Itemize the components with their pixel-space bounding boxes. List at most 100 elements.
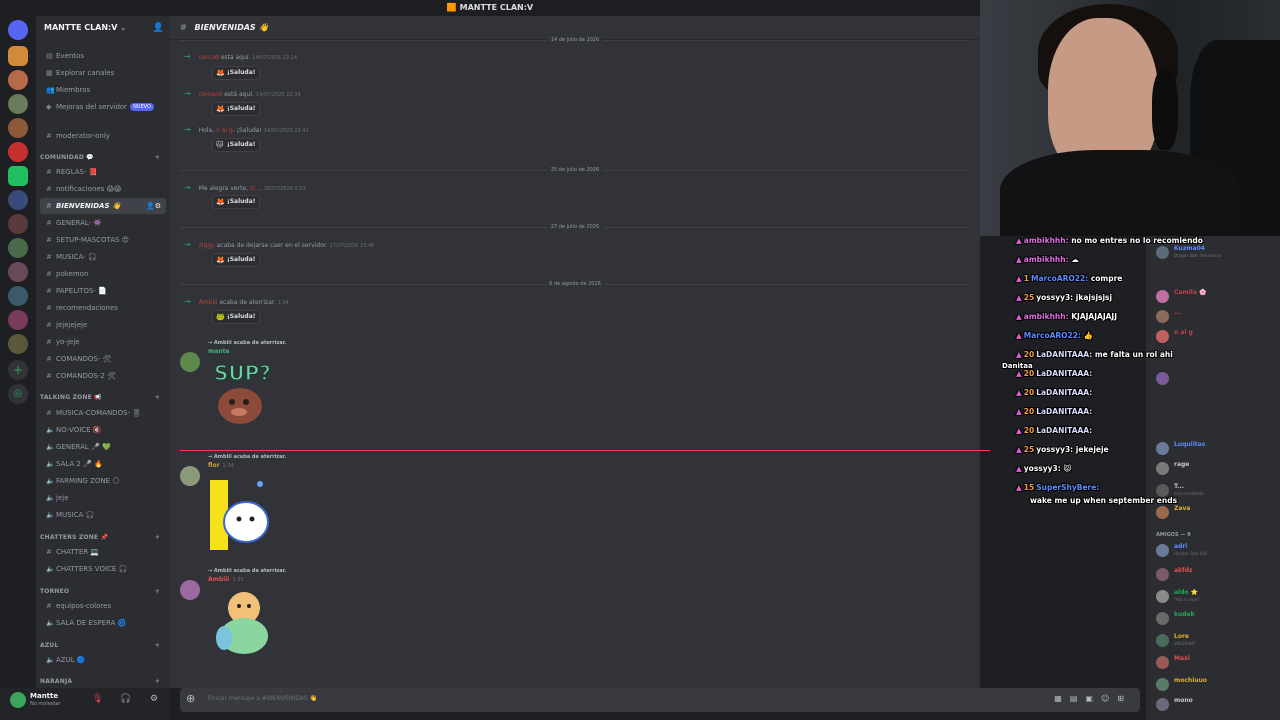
add-channel-icon[interactable]: + xyxy=(155,642,160,649)
server-icon[interactable] xyxy=(8,46,28,66)
message-author[interactable]: mante xyxy=(208,348,230,355)
member-item[interactable]: Maxi xyxy=(1150,654,1280,672)
channel-item[interactable]: # recomendaciones xyxy=(40,300,166,316)
gif-icon[interactable]: ▤ xyxy=(1070,694,1086,703)
channel-item[interactable]: # COMANDOS-2 🛠 xyxy=(40,368,166,384)
message-author[interactable]: flor 1:34 xyxy=(208,462,234,469)
add-channel-icon[interactable]: + xyxy=(155,394,160,401)
attach-icon[interactable]: ⊕ xyxy=(186,692,195,705)
voice-channel-item[interactable]: 🔈GENERAL 🎤 💚 xyxy=(40,439,166,455)
member-item[interactable]: aldo ⭐ "Ala a virgin" xyxy=(1150,588,1280,606)
voice-channel-item[interactable]: 🔈jeje xyxy=(40,490,166,506)
server-header[interactable]: MANTTE CLAN:V ⌄ 👤 xyxy=(36,16,170,40)
wave-button[interactable]: 🐸 ¡Saluda! xyxy=(212,310,260,324)
channel-item[interactable]: # REGLAS- 📕 xyxy=(40,164,166,180)
member-item[interactable] xyxy=(1150,370,1280,388)
avatar[interactable] xyxy=(180,466,200,486)
category-azul[interactable]: AZUL + xyxy=(40,642,166,649)
wave-button[interactable]: 🦊 ¡Saluda! xyxy=(212,66,260,80)
server-icon[interactable] xyxy=(8,310,28,330)
wave-button[interactable]: 🐱 ¡Saluda! xyxy=(212,138,260,152)
channel-bienvenidas[interactable]: # BIENVENIDAS 👋 👤⚙ xyxy=(40,198,166,214)
add-channel-icon[interactable]: + xyxy=(155,678,160,685)
category-chatters-zone[interactable]: CHATTERS ZONE 📌 + xyxy=(40,534,166,541)
add-server-icon[interactable]: + xyxy=(8,360,28,380)
member-item[interactable]: Zava xyxy=(1150,504,1280,522)
server-icon[interactable] xyxy=(8,190,28,210)
settings-icon[interactable]: 👤⚙ xyxy=(146,198,161,214)
channel-item[interactable]: # jejejejeje xyxy=(40,317,166,333)
reply-preview[interactable]: → Ambiii acaba de aterrizar. xyxy=(208,568,286,574)
voice-channel-item[interactable]: 🔈CHATTERS VOICE 🎧 xyxy=(40,561,166,577)
emoji-icon[interactable]: ☺ xyxy=(1101,694,1117,703)
channel-item[interactable]: # PAPELITOS- 📄 xyxy=(40,283,166,299)
voice-channel-item[interactable]: 🔈AZUL 🔵 xyxy=(40,652,166,668)
category-torneo[interactable]: TORNEO + xyxy=(40,588,166,595)
server-boost-item[interactable]: ◆ Mejoras del servidor NUEVO xyxy=(40,99,166,115)
member-item[interactable]: Lore VALORANT xyxy=(1150,632,1280,650)
channel-item[interactable]: # GENERAL- 👾 xyxy=(40,215,166,231)
kick-icon[interactable] xyxy=(8,166,28,186)
voice-channel-item[interactable]: 🔈SALA DE ESPERA 🌀 xyxy=(40,615,166,631)
mic-muted-icon[interactable]: 🎙 xyxy=(92,694,103,704)
sticker-icon[interactable]: ▣ xyxy=(1085,694,1101,703)
category-comunidad[interactable]: COMUNIDAD 💬 + xyxy=(40,154,166,161)
reply-preview[interactable]: → Ambiii acaba de aterrizar. xyxy=(208,454,286,460)
wave-button[interactable]: 🦊 ¡Saluda! xyxy=(212,195,260,209)
member-item[interactable]: rage xyxy=(1150,460,1280,478)
avatar[interactable] xyxy=(10,692,26,708)
message-input-bar[interactable]: ⊕ Enviar mensaje a #BIENVENIDAS 👋 ▦▤▣☺⊞ xyxy=(180,688,1140,712)
member-item[interactable]: mono xyxy=(1150,696,1280,714)
headphones-muted-icon[interactable]: 🎧 xyxy=(120,694,131,704)
channel-item[interactable]: # SETUP-MASCOTAS 😍 xyxy=(40,232,166,248)
channel-item[interactable]: # notificaciones 😱😱 xyxy=(40,181,166,197)
channel-item[interactable]: # MUSICA-COMANDOS- 🎚 xyxy=(40,405,166,421)
voice-channel-item[interactable]: 🔈NO-VOICE 🔇 xyxy=(40,422,166,438)
reply-preview[interactable]: → Ambiii acaba de aterrizar. xyxy=(208,340,286,346)
server-icon[interactable] xyxy=(8,70,28,90)
wave-button[interactable]: 🦊 ¡Saluda! xyxy=(212,253,260,267)
voice-channel-item[interactable]: 🔈MUSICA 🎧 xyxy=(40,507,166,523)
server-icon[interactable] xyxy=(8,94,28,114)
apps-icon[interactable]: ⊞ xyxy=(1117,694,1132,703)
voice-channel-item[interactable]: 🔈SALA 2 🎤 🔥 xyxy=(40,456,166,472)
message-input[interactable]: Enviar mensaje a #BIENVENIDAS 👋 xyxy=(208,695,317,702)
wave-button[interactable]: 🦊 ¡Saluda! xyxy=(212,102,260,116)
channel-moderator-only[interactable]: # moderator-only xyxy=(40,128,166,144)
channel-item[interactable]: # equipos-colores xyxy=(40,598,166,614)
add-channel-icon[interactable]: + xyxy=(155,588,160,595)
server-icon[interactable] xyxy=(8,214,28,234)
server-icon[interactable] xyxy=(8,238,28,258)
browse-channels-item[interactable]: ▦ Explorar canales xyxy=(40,65,166,81)
gear-icon[interactable]: ⚙ xyxy=(150,694,158,704)
member-item[interactable]: Luquiitas xyxy=(1150,440,1280,458)
home-icon[interactable] xyxy=(8,20,28,40)
gift-icon[interactable]: ▦ xyxy=(1054,694,1070,703)
channel-item[interactable]: # COMANDOS- 🛠 xyxy=(40,351,166,367)
invite-icon[interactable]: 👤 xyxy=(153,16,164,40)
events-item[interactable]: ▤ Eventos xyxy=(40,48,166,64)
category-talking-zone[interactable]: TALKING ZONE 📢 + xyxy=(40,394,166,401)
channel-item[interactable]: # pokemon xyxy=(40,266,166,282)
message-author[interactable]: Ambiii 1:35 xyxy=(208,576,244,583)
server-icon[interactable] xyxy=(8,262,28,282)
avatar[interactable] xyxy=(180,580,200,600)
channel-item[interactable]: # CHATTER 💻 xyxy=(40,544,166,560)
discover-icon[interactable]: ◎ xyxy=(8,384,28,404)
add-channel-icon[interactable]: + xyxy=(155,154,160,161)
member-item[interactable]: ... xyxy=(1150,308,1280,326)
server-icon[interactable] xyxy=(8,142,28,162)
members-item[interactable]: 👥Miembros xyxy=(40,82,166,98)
server-icon[interactable] xyxy=(8,286,28,306)
category-naranja[interactable]: NARANJA + xyxy=(40,678,166,685)
channel-item[interactable]: # MUSICA- 🎧 xyxy=(40,249,166,265)
member-item[interactable]: Camila 🌸 xyxy=(1150,288,1280,306)
member-item[interactable]: n al g xyxy=(1150,328,1280,346)
member-item[interactable]: adri Honkai: Star Rail xyxy=(1150,542,1280,560)
server-icon[interactable] xyxy=(8,118,28,138)
member-item[interactable]: kudok xyxy=(1150,610,1280,628)
channel-item[interactable]: # yo-jeje xyxy=(40,334,166,350)
server-icon[interactable] xyxy=(8,334,28,354)
add-channel-icon[interactable]: + xyxy=(155,534,160,541)
member-item[interactable]: akfdz xyxy=(1150,566,1280,584)
